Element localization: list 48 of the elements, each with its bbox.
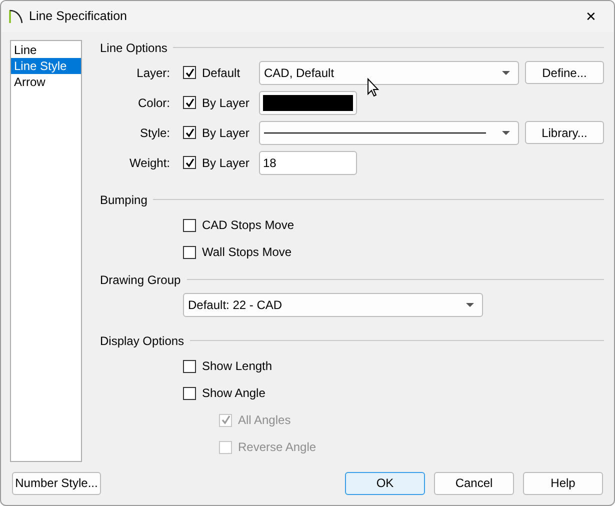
checkbox-label: Show Length: [202, 359, 272, 374]
window-title: Line Specification: [29, 9, 127, 24]
library-button[interactable]: Library...: [525, 121, 604, 144]
section-title: Drawing Group: [100, 272, 181, 287]
color-swatch[interactable]: [259, 90, 357, 115]
checkbox-label: Wall Stops Move: [202, 245, 292, 260]
checkbox-label: All Angles: [238, 413, 291, 428]
checkbox-label: By Layer: [202, 126, 250, 140]
drawing-group-dropdown[interactable]: Default: 22 - CAD: [183, 292, 483, 317]
close-button[interactable]: ✕: [568, 8, 614, 24]
section-title: Display Options: [100, 334, 184, 348]
checkbox-label: By Layer: [202, 156, 250, 170]
checkbox-label: CAD Stops Move: [202, 218, 294, 232]
section-title: Bumping: [100, 192, 148, 207]
list-item[interactable]: Arrow: [11, 74, 81, 90]
dropdown-arrow-icon: [502, 130, 510, 135]
dialog-button[interactable]: Number Style...: [12, 472, 101, 495]
list-item[interactable]: Line Style: [11, 58, 81, 74]
checkbox[interactable]: [183, 360, 196, 373]
dropdown-arrow-icon: [502, 70, 510, 75]
checkbox-label: Reverse Angle: [238, 440, 316, 454]
checkbox[interactable]: [183, 96, 196, 110]
line-sample-icon: [264, 132, 486, 134]
field-label: Layer:: [136, 66, 170, 80]
checkbox-label: Default: [202, 66, 240, 80]
section-title: Line Options: [100, 40, 168, 55]
mouse-pointer-icon: [367, 78, 379, 97]
field-label: Color:: [136, 96, 170, 110]
layer-dropdown[interactable]: CAD, Default: [259, 60, 519, 85]
checkbox[interactable]: [183, 156, 196, 170]
field-label: Weight:: [128, 156, 170, 170]
checkbox[interactable]: [183, 126, 196, 140]
dialog-button[interactable]: Cancel: [434, 472, 514, 495]
arc-icon: [9, 8, 23, 24]
checkbox[interactable]: [183, 66, 196, 80]
checkbox[interactable]: [183, 246, 196, 259]
list-item[interactable]: Line: [11, 42, 81, 58]
define-button[interactable]: Define...: [525, 61, 604, 84]
field-label: Style:: [138, 126, 170, 140]
dialog-button[interactable]: Help: [523, 472, 603, 495]
dialog-button[interactable]: OK: [345, 472, 425, 495]
checkbox[interactable]: [183, 386, 196, 400]
line-style-dropdown[interactable]: [259, 120, 519, 145]
checkbox[interactable]: [183, 218, 196, 232]
dropdown-arrow-icon: [466, 302, 474, 307]
weight-field[interactable]: 18: [259, 150, 357, 175]
checkbox-label: Show Angle: [202, 386, 266, 400]
checkbox-label: By Layer: [202, 96, 250, 110]
